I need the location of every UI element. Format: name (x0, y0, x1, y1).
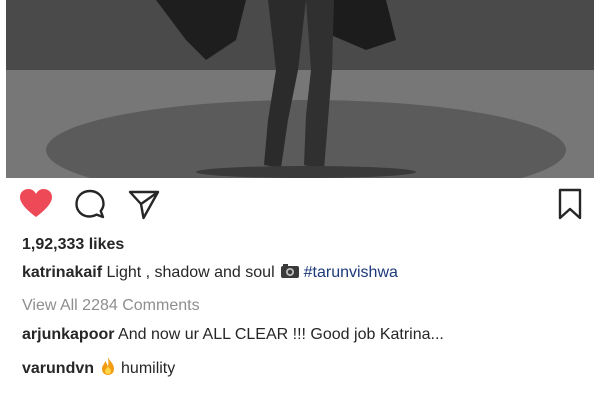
camera-icon (280, 263, 300, 284)
caption-hashtag[interactable]: #tarunvishwa (304, 264, 398, 281)
comment-username[interactable]: varundvn (22, 360, 94, 377)
comment-item: arjunkapoor And now ur ALL CLEAR !!! Goo… (22, 326, 444, 344)
caption-text: Light , shadow and soul (106, 264, 275, 281)
action-bar (18, 186, 588, 226)
comment-item: varundvn humility (22, 356, 175, 381)
comment-icon[interactable] (72, 186, 108, 222)
comment-username[interactable]: arjunkapoor (22, 326, 114, 343)
caption-username[interactable]: katrinakaif (22, 264, 102, 281)
view-all-comments-link[interactable]: View All 2284 Comments (22, 297, 200, 315)
likes-count[interactable]: 1,92,333 likes (22, 236, 124, 254)
post-caption: katrinakaif Light , shadow and soul #taru… (22, 263, 398, 284)
comment-text: humility (121, 360, 176, 377)
heart-icon[interactable] (18, 186, 54, 222)
post-photo[interactable] (6, 0, 594, 178)
bookmark-icon[interactable] (552, 186, 588, 222)
fire-icon (100, 356, 116, 381)
comment-text: And now ur ALL CLEAR !!! Good job Katrin… (118, 326, 444, 343)
post-photo-image (6, 0, 594, 178)
share-icon[interactable] (126, 186, 162, 222)
